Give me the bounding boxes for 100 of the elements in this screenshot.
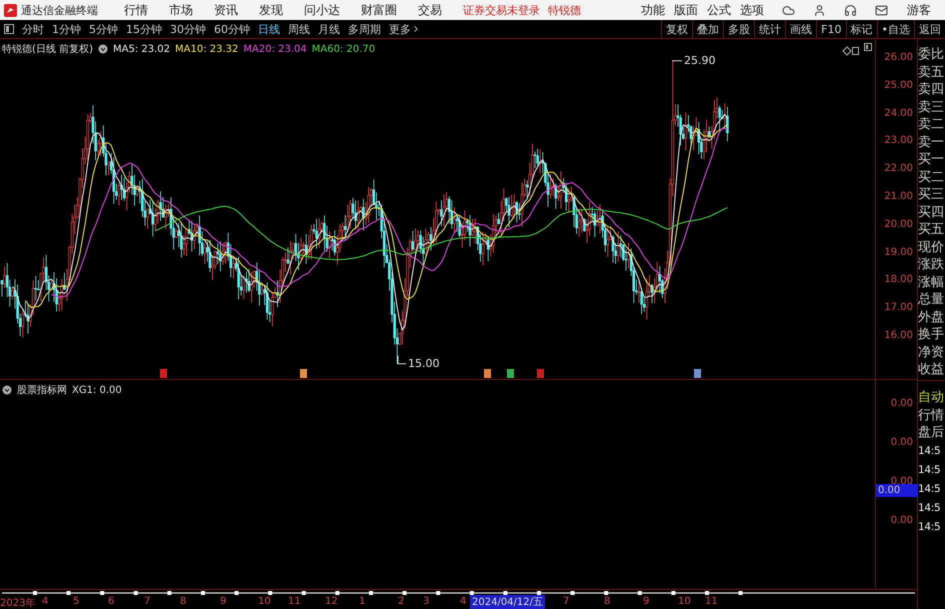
event-marker-icon[interactable] — [694, 369, 701, 378]
event-marker-icon[interactable] — [160, 369, 167, 378]
toolbar-button[interactable]: •自选 — [876, 20, 914, 38]
quote-field-label: 现价 — [918, 238, 945, 256]
app-logo-icon — [4, 4, 17, 16]
time-axis-label: 11 — [288, 596, 301, 608]
quote-field-label: 买四 — [918, 204, 945, 221]
menu-item[interactable]: 交易 — [418, 2, 442, 18]
time-axis-label: 7 — [563, 596, 570, 608]
price-axis-label: 18.00 — [884, 273, 914, 288]
quote-field-label: 委比 — [918, 46, 945, 64]
tick-panel-label[interactable]: 行情 — [918, 406, 945, 424]
tick-time: 14:5 — [918, 462, 942, 478]
cursor-value-label: 0.00 — [876, 484, 918, 498]
time-axis-label: 8 — [180, 596, 186, 608]
period-tab[interactable]: 多周期 — [344, 22, 385, 36]
quote-field-label: 净资 — [918, 344, 945, 361]
menu-item[interactable]: 行情 — [124, 2, 148, 18]
toolbar-button[interactable]: 多股 — [723, 20, 754, 38]
time-axis-label: 2023年 — [0, 597, 36, 609]
moving-average-value: MA20: 23.04 — [243, 44, 307, 54]
price-axis-label: 22.00 — [884, 162, 914, 176]
cloud-icon[interactable] — [782, 4, 795, 16]
period-tab[interactable]: 60分钟 — [210, 22, 254, 36]
settings-icon[interactable] — [98, 44, 108, 54]
price-axis-label: 21.00 — [884, 190, 914, 204]
price-axis-label: 20.00 — [884, 218, 914, 232]
toolbar-button[interactable]: F10 — [816, 20, 846, 38]
tick-panel-label[interactable]: 盘后 — [918, 424, 945, 442]
indicator-title: 股票指标网 — [17, 384, 67, 398]
event-marker-icon[interactable] — [484, 369, 491, 378]
menu-item[interactable]: 版面 — [674, 2, 698, 18]
menu-item[interactable]: 功能 — [641, 2, 665, 18]
stock-chart-title: 特锐德(日线 前复权) — [2, 42, 93, 56]
toolbar-button[interactable]: 统计 — [754, 20, 786, 38]
trade-status[interactable]: 证券交易未登录 — [463, 2, 540, 18]
time-axis-label: 10 — [258, 596, 271, 608]
time-axis-label: 5 — [73, 596, 80, 608]
panel-toggle-icon[interactable] — [4, 24, 14, 34]
quote-field-label: 收益 — [918, 361, 945, 378]
time-axis-label: 1 — [359, 596, 366, 608]
time-axis-label: 11 — [705, 596, 718, 608]
event-marker-icon[interactable] — [300, 369, 307, 378]
price-axis-label: 23.00 — [884, 134, 914, 148]
quote-field-label: 涨幅 — [918, 274, 945, 291]
quote-field-label: 买一 — [918, 151, 945, 168]
menu-item[interactable]: 公式 — [707, 2, 731, 18]
diamond-icon[interactable] — [842, 46, 852, 56]
mail-icon[interactable] — [875, 4, 888, 16]
period-tab[interactable]: 15分钟 — [122, 22, 166, 36]
app-name: 通达信金融终端 — [21, 2, 98, 18]
quote-field-label: 卖三 — [918, 98, 945, 116]
toolbar-button[interactable]: 画线 — [785, 20, 816, 38]
price-axis-label: 19.00 — [884, 246, 914, 260]
menu-item[interactable]: 资讯 — [214, 2, 238, 18]
menu-item[interactable]: 发现 — [259, 2, 283, 18]
time-axis-label: 10 — [678, 596, 691, 608]
period-tab[interactable]: 月线 — [314, 22, 344, 36]
cursor-date-label: 2024/04/12/五 — [470, 595, 546, 609]
menu-item[interactable]: 问小达 — [304, 2, 340, 18]
event-marker-icon[interactable] — [507, 369, 514, 378]
menu-item[interactable]: 选项 — [740, 2, 764, 18]
toolbar-button[interactable]: 返回 — [914, 20, 945, 38]
menu-item[interactable]: 财富圈 — [361, 2, 397, 18]
leader-line — [672, 60, 682, 62]
leader-line — [398, 355, 406, 364]
period-tab[interactable]: 1分钟 — [48, 22, 85, 36]
time-axis-label: 7 — [144, 596, 150, 608]
quote-field-label: 卖一 — [918, 134, 945, 151]
menu-item[interactable]: 市场 — [169, 2, 193, 18]
time-axis-label: 2 — [398, 596, 404, 608]
headphones-icon[interactable] — [844, 4, 857, 16]
time-axis-label: 4 — [460, 596, 466, 608]
time-axis-label: 3 — [423, 596, 430, 608]
window-icon[interactable] — [864, 43, 872, 51]
window-icon[interactable] — [852, 47, 859, 55]
time-scrollbar-drawing[interactable] — [0, 590, 917, 596]
period-tab[interactable]: 更多 — [385, 22, 425, 36]
indicator-value: XG1: 0.00 — [72, 384, 122, 396]
user-icon[interactable] — [813, 4, 826, 16]
period-tab[interactable]: 5分钟 — [85, 22, 122, 36]
quote-field-label: 买二 — [918, 168, 945, 186]
event-marker-icon[interactable] — [537, 369, 544, 378]
quote-field-label: 买三 — [918, 186, 945, 204]
indicator-axis-label: 0.00 — [890, 514, 914, 528]
toolbar-button[interactable]: 标记 — [846, 20, 876, 38]
period-tab[interactable]: 周线 — [284, 22, 314, 36]
settings-icon[interactable] — [2, 385, 12, 396]
guest-user[interactable]: 游客 — [907, 2, 931, 18]
low-price-label: 15.00 — [408, 356, 440, 370]
toolbar-button[interactable]: 复权 — [661, 20, 692, 38]
tick-panel-label[interactable]: 自动 — [918, 389, 945, 406]
moving-average-value: MA60: 20.70 — [312, 44, 376, 54]
period-tab[interactable]: 日线 — [254, 22, 284, 36]
period-tab[interactable]: 30分钟 — [166, 22, 210, 36]
toolbar-button[interactable]: 叠加 — [692, 20, 724, 38]
price-axis-label: 17.00 — [884, 301, 914, 316]
indicator-axis-label: 0.00 — [890, 397, 914, 412]
quote-field-label: 换手 — [918, 326, 945, 344]
period-tab[interactable]: 分时 — [18, 22, 48, 36]
